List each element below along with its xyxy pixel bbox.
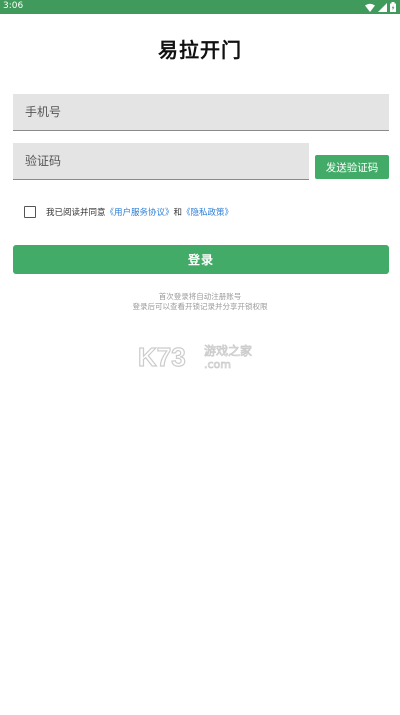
watermark-logo: K73 游戏之家 .com [138, 342, 252, 372]
agreement-conjunction: 和 [173, 208, 183, 218]
login-button[interactable]: 登录 [13, 245, 389, 274]
watermark-domain-text: .com [204, 358, 231, 371]
send-code-button[interactable]: 发送验证码 [315, 155, 389, 179]
signal-icon [378, 2, 387, 12]
verification-code-input[interactable] [13, 143, 309, 179]
phone-field[interactable] [13, 94, 389, 131]
watermark-site-text: 游戏之家 [204, 343, 252, 358]
agreement-row: 我已阅读并同意 《用户服务协议》 和 《隐私政策》 [24, 206, 233, 218]
agreement-prefix: 我已阅读并同意 [46, 208, 106, 218]
page-title: 易拉开门 [158, 38, 242, 62]
watermark-logo-text: K73 [138, 342, 186, 372]
battery-icon [390, 2, 396, 12]
status-time: 3:06 [3, 1, 24, 11]
privacy-policy-link[interactable]: 《隐私政策》 [182, 206, 233, 218]
user-agreement-link[interactable]: 《用户服务协议》 [106, 206, 174, 218]
status-bar: 3:06 [0, 0, 400, 14]
agreement-checkbox[interactable] [24, 206, 36, 218]
code-field[interactable] [13, 143, 309, 180]
hint-view-records: 登录后可以查看开锁记录并分享开锁权限 [132, 302, 268, 311]
wifi-icon [365, 3, 375, 12]
status-icons [365, 2, 396, 12]
phone-input[interactable] [13, 94, 389, 130]
